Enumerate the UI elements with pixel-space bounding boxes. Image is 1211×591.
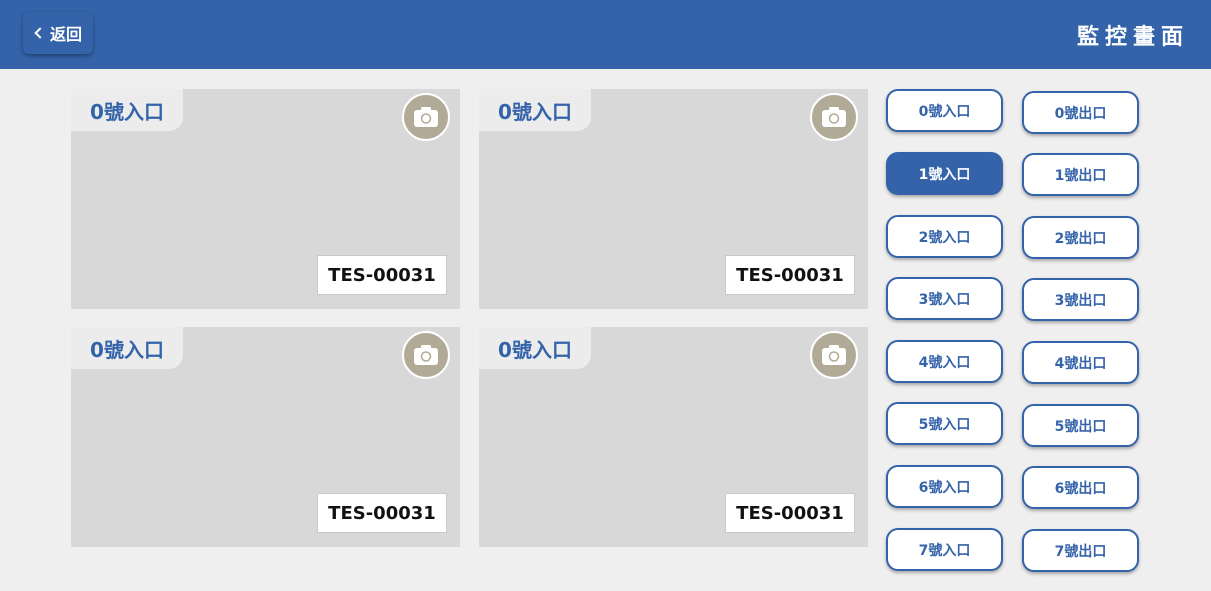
camera-label: 0號入口 (71, 327, 183, 369)
snapshot-button[interactable] (810, 93, 858, 141)
top-bar: 返回 監控畫面 (0, 0, 1211, 69)
entrance-4-button[interactable]: 4號入口 (886, 340, 1003, 383)
exit-3-button[interactable]: 3號出口 (1022, 278, 1139, 321)
license-plate: TES-00031 (725, 493, 855, 533)
entrance-1-button[interactable]: 1號入口 (886, 152, 1003, 195)
entrance-7-button[interactable]: 7號入口 (886, 528, 1003, 571)
license-plate: TES-00031 (317, 255, 447, 295)
camera-feed: 0號入口 TES-00031 (71, 89, 460, 309)
exit-2-button[interactable]: 2號出口 (1022, 216, 1139, 259)
camera-label: 0號入口 (479, 327, 591, 369)
exit-0-button[interactable]: 0號出口 (1022, 91, 1139, 134)
camera-feed: 0號入口 TES-00031 (71, 327, 460, 547)
entrance-5-button[interactable]: 5號入口 (886, 402, 1003, 445)
entrance-2-button[interactable]: 2號入口 (886, 215, 1003, 258)
entrance-3-button[interactable]: 3號入口 (886, 277, 1003, 320)
camera-feed: 0號入口 TES-00031 (479, 327, 868, 547)
back-button[interactable]: 返回 (23, 12, 93, 54)
exit-4-button[interactable]: 4號出口 (1022, 341, 1139, 384)
license-plate: TES-00031 (317, 493, 447, 533)
camera-label: 0號入口 (479, 89, 591, 131)
exit-5-button[interactable]: 5號出口 (1022, 404, 1139, 447)
page-title: 監控畫面 (1076, 25, 1189, 50)
snapshot-button[interactable] (402, 331, 450, 379)
snapshot-button[interactable] (810, 331, 858, 379)
exit-7-button[interactable]: 7號出口 (1022, 529, 1139, 572)
entrance-6-button[interactable]: 6號入口 (886, 465, 1003, 508)
exit-1-button[interactable]: 1號出口 (1022, 153, 1139, 196)
camera-icon (822, 107, 846, 127)
camera-label: 0號入口 (71, 89, 183, 131)
exit-6-button[interactable]: 6號出口 (1022, 466, 1139, 509)
camera-icon (822, 345, 846, 365)
entrance-0-button[interactable]: 0號入口 (886, 89, 1003, 132)
camera-icon (414, 345, 438, 365)
snapshot-button[interactable] (402, 93, 450, 141)
back-button-label: 返回 (49, 25, 82, 44)
camera-icon (414, 107, 438, 127)
license-plate: TES-00031 (725, 255, 855, 295)
camera-feed: 0號入口 TES-00031 (479, 89, 868, 309)
chevron-left-icon (34, 27, 46, 39)
